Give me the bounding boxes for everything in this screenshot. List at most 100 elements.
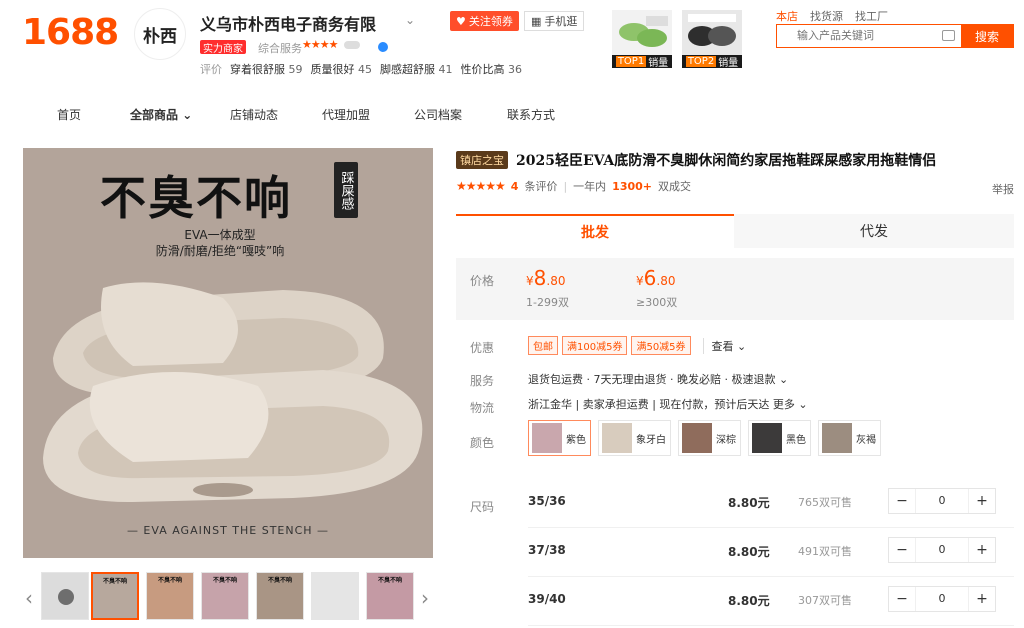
tab-dropship[interactable]: 代发 [734,214,1014,248]
logistics-text[interactable]: 浙江金华 | 卖家承担运费 | 现在付款，预计后天达 更多 ⌄ [528,396,808,412]
chevron-down-icon: ⌄ [182,108,193,122]
site-logo[interactable]: 1688 [22,12,119,53]
shop-nav: 首页 全部商品 ⌄ 店铺动态 代理加盟 公司档案 联系方式 [0,100,1024,126]
thumbnail[interactable]: 不臭不响 [201,572,249,620]
top-sale-item[interactable]: TOP2 销量 [682,10,742,69]
service-text[interactable]: 退货包运费 · 7天无理由退货 · 晚发必赔 · 极速退款 ⌄ [528,371,788,387]
chevron-down-icon: ⌄ [737,339,747,353]
follow-label: 关注领券 [468,15,513,28]
size-row: 39/40 8.80元 307双可售 − 0 + [528,578,1014,626]
eval-tag[interactable]: 脚感超舒服 41 [380,61,453,77]
plus-button[interactable]: + [969,538,995,562]
color-option-dark-brown[interactable]: 深棕 [678,420,741,456]
shop-avatar[interactable]: 朴西 [134,8,186,60]
nav-all-products[interactable]: 全部商品 ⌄ [130,106,192,123]
size-label: 尺码 [470,500,495,514]
camera-icon[interactable] [942,30,955,41]
nav-contact[interactable]: 联系方式 [507,106,555,123]
eval-tag[interactable]: 质量很好 45 [311,61,373,77]
color-option-gray-brown[interactable]: 灰褐 [818,420,881,456]
coupon-100-5[interactable]: 满100减5券 [562,336,628,355]
report-link[interactable]: 举报 [992,181,1014,197]
thumbnail[interactable]: 不臭不响 [256,572,304,620]
review-label[interactable]: 条评价 [524,178,557,194]
color-option-purple[interactable]: 紫色 [528,420,591,456]
size-name: 37/38 [528,543,566,557]
tab-wholesale[interactable]: 批发 [456,214,734,248]
thumb-next-icon[interactable]: › [421,586,429,610]
search-scope-tabs: 本店 找货源 找工厂 [776,8,888,24]
chevron-down-icon[interactable]: ⌄ [405,13,415,27]
search-tab-factory[interactable]: 找工厂 [855,8,888,24]
thumbnail[interactable]: 不臭不响 [366,572,414,620]
product-title: 2025轻臣EVA底防滑不臭脚休闲简约家居拖鞋踩屎感家用拖鞋情侣 [516,153,937,169]
size-row: 37/38 8.80元 491双可售 − 0 + [528,529,1014,577]
price-tier: ¥8.80 1-299双 [526,266,569,309]
eval-tag[interactable]: 穿着很舒服 59 [230,61,303,77]
service-row-label: 服务 [470,374,495,388]
quantity-value[interactable]: 0 [915,587,969,611]
service-bar [344,41,360,49]
chevron-down-icon: ⌄ [798,398,808,411]
top-tag: TOP1 销量 [612,55,672,69]
size-row: 35/36 8.80元 765双可售 − 0 + [528,480,1014,528]
thumb-prev-icon[interactable]: ‹ [25,586,33,610]
shop-name[interactable]: 义乌市朴西电子商务有限 [200,11,376,35]
follow-coupon-button[interactable]: ♥ 关注领券 [450,11,519,31]
promo-label: 优惠 [470,341,495,355]
quantity-stepper: − 0 + [888,586,996,612]
top-tag: TOP2 销量 [682,55,742,69]
nav-home[interactable]: 首页 [57,106,81,123]
top-sale-item[interactable]: TOP1 销量 [612,10,672,69]
nav-shop-news[interactable]: 店铺动态 [230,106,278,123]
color-option-ivory[interactable]: 象牙白 [598,420,671,456]
nav-company-profile[interactable]: 公司档案 [414,106,462,123]
color-label: 颜色 [470,436,495,450]
minus-button[interactable]: − [889,587,915,611]
quantity-stepper: − 0 + [888,488,996,514]
search-box: 搜索 [776,24,1014,48]
plus-button[interactable]: + [969,489,995,513]
color-option-black[interactable]: 黑色 [748,420,811,456]
quantity-value[interactable]: 0 [915,538,969,562]
price-tier: ¥6.80 ≥300双 [636,266,678,309]
mobile-label: 手机逛 [544,15,578,28]
eval-tag[interactable]: 性价比高 36 [461,61,523,77]
service-label: 综合服务 [258,42,302,55]
search-button[interactable]: 搜索 [961,25,1013,47]
quantity-value[interactable]: 0 [915,489,969,513]
size-stock: 765双可售 [798,496,852,509]
price-range: 1-299双 [526,296,569,309]
mobile-browse-button[interactable]: ▦ 手机逛 [524,11,585,31]
thumbnail-video[interactable] [41,572,89,620]
minus-button[interactable]: − [889,489,915,513]
price-label: 价格 [470,274,495,288]
image-badge: 踩屎感 [334,162,358,218]
thumbnail[interactable]: 不臭不响 [146,572,194,620]
product-title-row: 镇店之宝 2025轻臣EVA底防滑不臭脚休闲简约家居拖鞋踩屎感家用拖鞋情侣 [456,150,936,170]
qrcode-icon: ▦ [531,14,542,28]
play-icon [58,589,74,605]
eval-label: 评价 [200,63,222,76]
color-options: 紫色 象牙白 深棕 黑色 灰褐 [528,420,881,456]
minus-button[interactable]: − [889,538,915,562]
search-tab-shop[interactable]: 本店 [776,8,798,24]
view-coupons-link[interactable]: 查看 ⌄ [702,337,747,354]
review-count[interactable]: 4 [511,180,519,193]
verified-icon [378,42,388,52]
green-slipper-image [612,10,672,56]
coupon-50-5[interactable]: 满50减5券 [631,336,691,355]
price-range: ≥300双 [636,296,678,309]
search-tab-source[interactable]: 找货源 [810,8,843,24]
thumbnail[interactable]: 不臭不响 [91,572,139,620]
rating-row: ★★★★★ 4 条评价 | 一年内 1300+ 双成交 [456,178,692,194]
color-swatch [532,423,562,453]
black-slipper-image [682,10,742,56]
nav-franchise[interactable]: 代理加盟 [322,106,370,123]
thumbnail[interactable] [311,572,359,620]
coupon-free-shipping[interactable]: 包邮 [528,336,558,355]
plus-button[interactable]: + [969,587,995,611]
search-input[interactable] [777,25,961,47]
heart-icon: ♥ [456,14,466,28]
size-name: 39/40 [528,592,566,606]
